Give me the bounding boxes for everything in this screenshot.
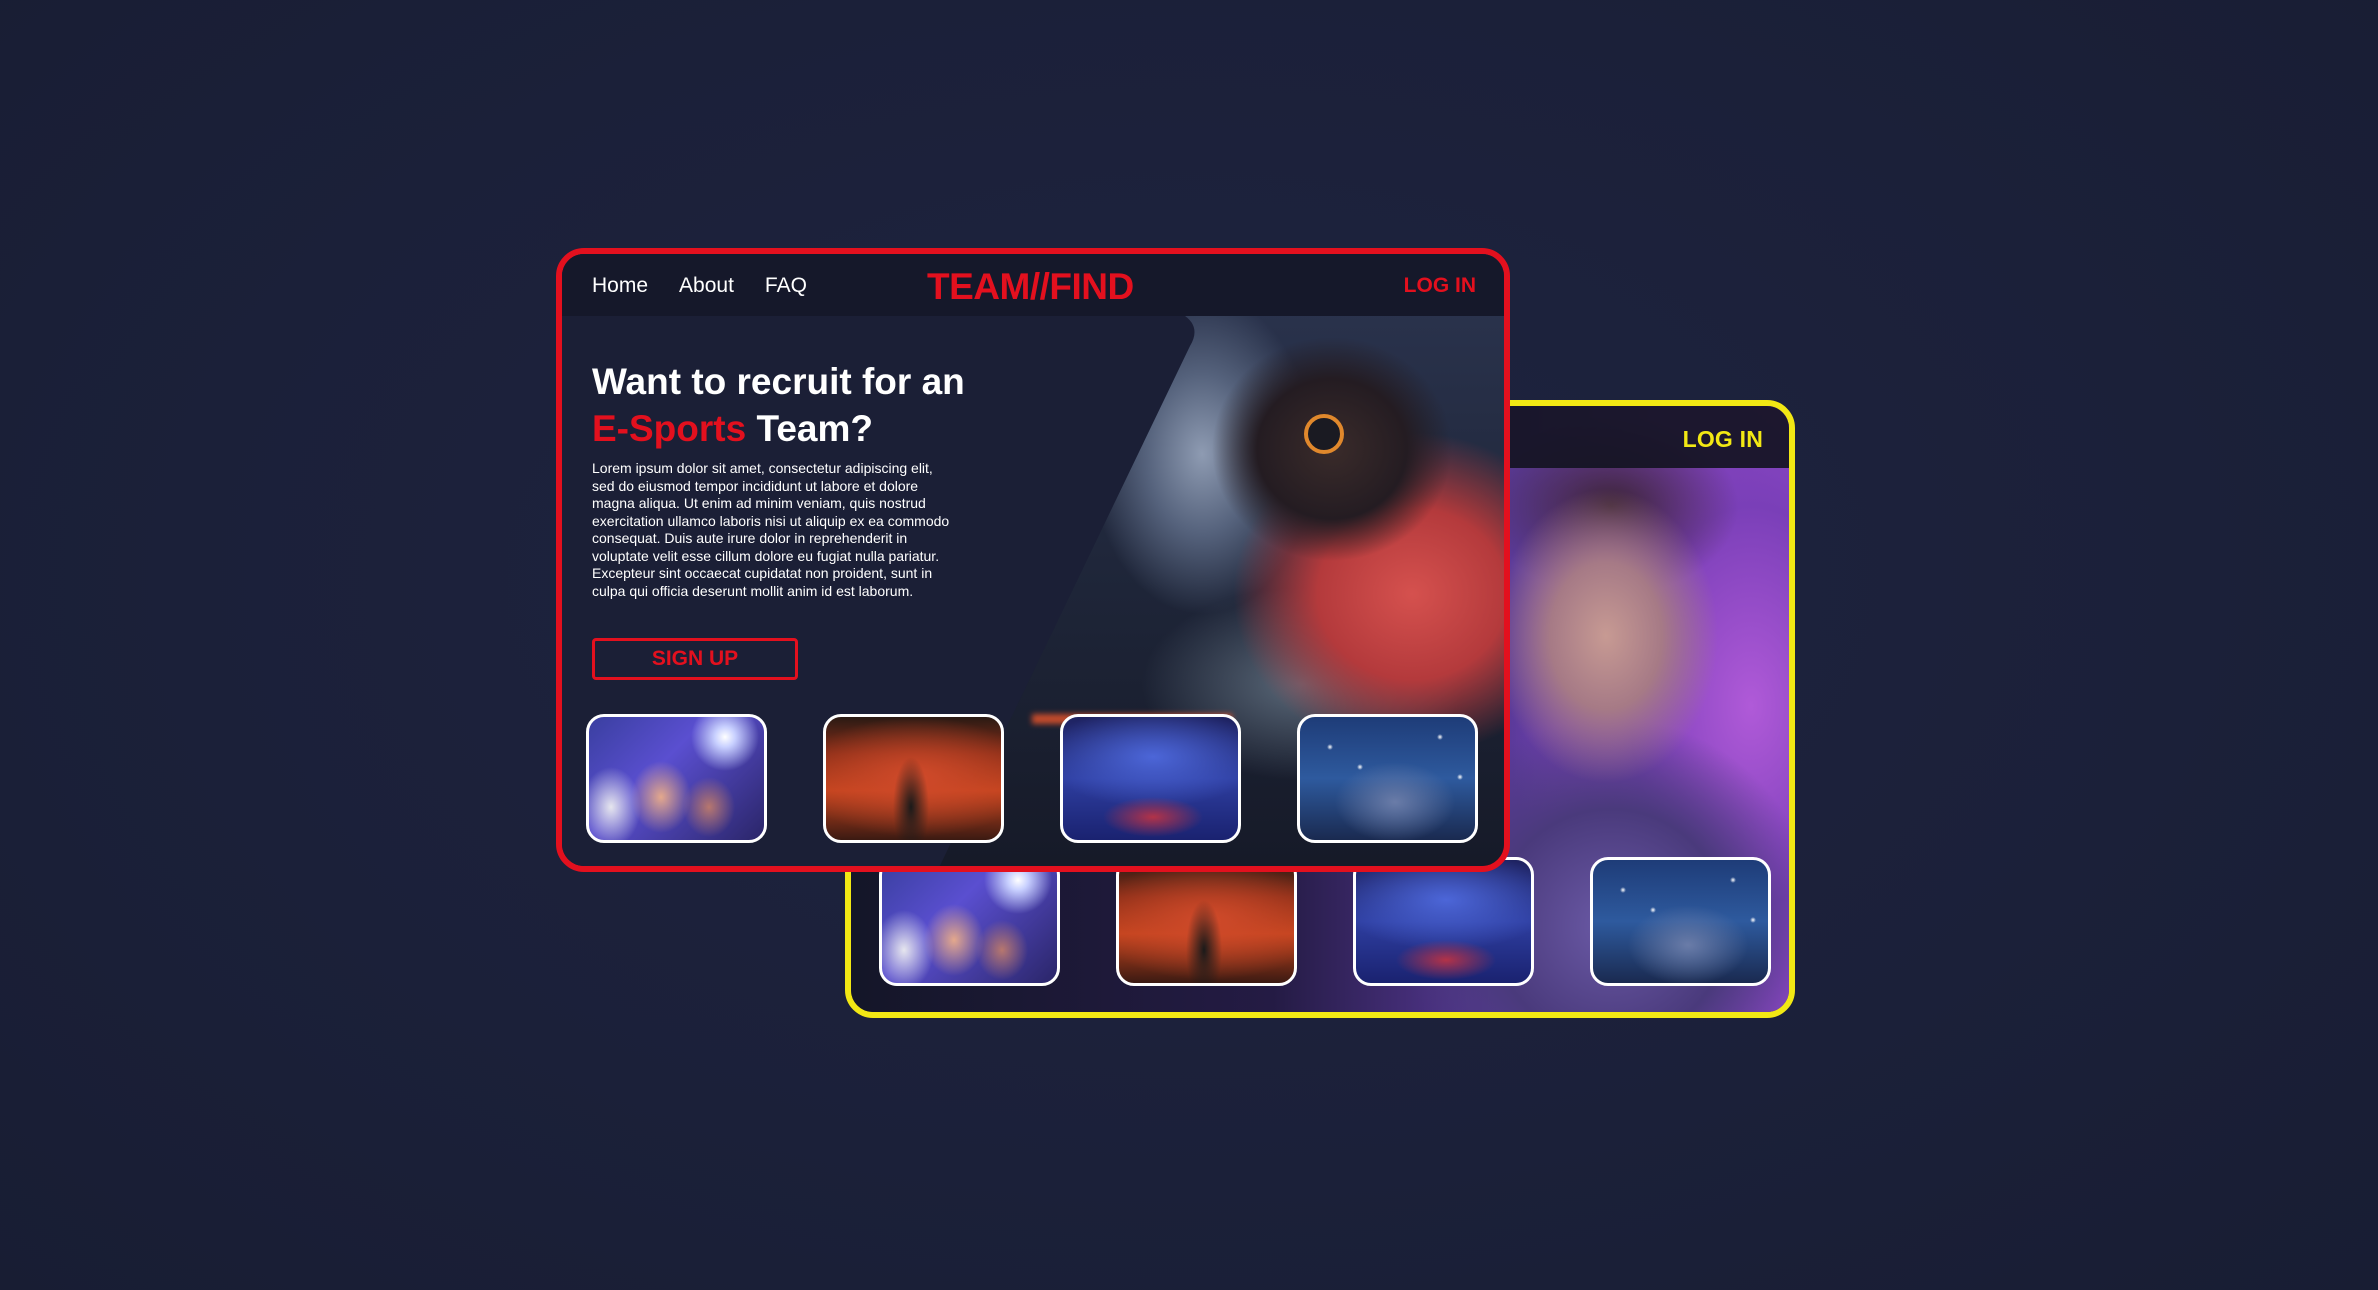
thumbnail-arena[interactable] [1060,714,1241,843]
login-link[interactable]: LOG IN [1404,274,1476,298]
headline-text-end: Team? [746,408,873,449]
headline-text-start: Want to recruit for an [592,361,965,402]
sign-up-button[interactable]: SIGN UP [592,638,798,680]
back-login-link[interactable]: LOG IN [1683,426,1763,453]
nav-home-link[interactable]: Home [592,274,648,298]
back-thumbnail-arena[interactable] [1353,857,1534,986]
front-mockup-card: Home About FAQ TEAM//FIND LOG IN Want to… [556,248,1510,872]
back-thumbnail-crowd[interactable] [1116,857,1297,986]
main-nav: Home About FAQ [592,274,807,298]
back-thumbnail-trophy[interactable] [1590,857,1771,986]
back-thumbnail-gamers[interactable] [879,857,1060,986]
back-thumbnail-row [879,857,1771,986]
headline-accent: E-Sports [592,408,747,449]
hero-headline: Want to recruit for an E-Sports Team? [592,358,1012,452]
thumbnail-gamers[interactable] [586,714,767,843]
nav-faq-link[interactable]: FAQ [765,274,807,298]
thumbnail-crowd[interactable] [823,714,1004,843]
thumbnail-trophy[interactable] [1297,714,1478,843]
thumbnail-row [586,714,1478,843]
brand-logo[interactable]: TEAM//FIND [927,266,1134,308]
showcase-stage: LOG IN Home About FAQ TEAM//FIND LOG IN [0,0,2378,1290]
hero-body-text: Lorem ipsum dolor sit amet, consectetur … [592,460,950,599]
top-navigation-bar: Home About FAQ TEAM//FIND LOG IN [562,254,1504,316]
nav-about-link[interactable]: About [679,274,734,298]
